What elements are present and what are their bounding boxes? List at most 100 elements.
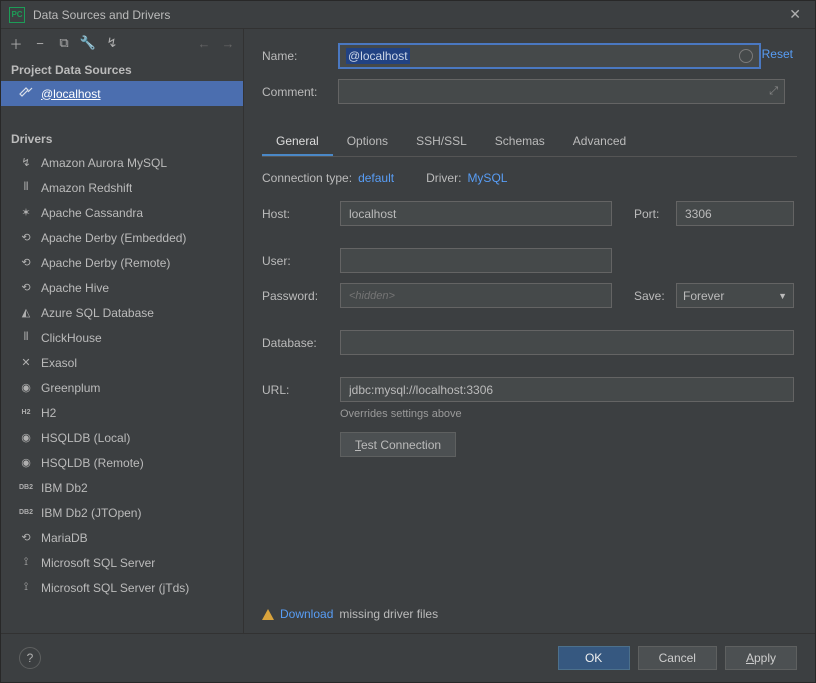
driver-item[interactable]: ◉Greenplum <box>1 375 243 400</box>
driver-icon: ◉ <box>19 431 33 445</box>
port-label: Port: <box>634 207 676 221</box>
tab-ssh-ssl[interactable]: SSH/SSL <box>402 128 481 156</box>
name-label: Name: <box>262 49 338 63</box>
drivers-list: ↯ Amazon Aurora MySQL ⦀ Amazon Redshift ✶ Apa… <box>1 150 243 595</box>
window-title: Data Sources and Drivers <box>33 8 783 22</box>
tab-general[interactable]: General <box>262 128 333 156</box>
close-icon[interactable]: ✕ <box>783 4 807 25</box>
tabs: GeneralOptionsSSH/SSLSchemasAdvanced <box>262 128 797 157</box>
copy-button[interactable]: ⧉ <box>53 32 75 54</box>
test-connection-button[interactable]: Test Connection <box>340 432 456 457</box>
driver-icon: ✕ <box>19 356 33 370</box>
ok-button[interactable]: OK <box>558 646 630 670</box>
warning-icon <box>262 609 274 620</box>
tab-schemas[interactable]: Schemas <box>481 128 559 156</box>
name-input[interactable]: @localhost <box>338 43 761 69</box>
save-select[interactable]: Forever ▼ <box>676 283 794 308</box>
data-source-item[interactable]: @localhost <box>1 81 243 106</box>
driver-item[interactable]: ⟲ Apache Derby (Embedded) <box>1 225 243 250</box>
driver-icon: ⟲ <box>19 231 33 245</box>
driver-label: Microsoft SQL Server <box>41 556 155 570</box>
expand-icon[interactable]: ⤢ <box>769 85 778 98</box>
driver-label: HSQLDB (Local) <box>41 431 130 445</box>
driver-icon: ◉ <box>19 381 33 395</box>
url-label: URL: <box>262 383 340 397</box>
driver-icon: ⟟ <box>19 581 33 595</box>
connection-type-label: Connection type: <box>262 171 352 185</box>
user-input[interactable] <box>340 248 612 273</box>
driver-item[interactable]: ⟟ Microsoft SQL Server <box>1 550 243 575</box>
nav-forward-button[interactable]: → <box>217 32 239 54</box>
driver-label: Microsoft SQL Server (jTds) <box>41 581 189 595</box>
connection-type-link[interactable]: default <box>358 171 394 185</box>
driver-label: Azure SQL Database <box>41 306 154 320</box>
driver-icon: DB2 <box>19 506 33 520</box>
driver-label: Apache Hive <box>41 281 109 295</box>
reset-link[interactable]: Reset <box>762 47 793 61</box>
tab-options[interactable]: Options <box>333 128 402 156</box>
apply-button[interactable]: Apply <box>725 646 797 670</box>
comment-input[interactable]: ⤢ <box>338 79 785 104</box>
driver-label: ClickHouse <box>41 331 102 345</box>
download-text: missing driver files <box>339 607 438 621</box>
driver-label: IBM Db2 (JTOpen) <box>41 506 141 520</box>
driver-item[interactable]: ⟲MariaDB <box>1 525 243 550</box>
driver-label: Amazon Redshift <box>41 181 132 195</box>
app-icon: PC <box>9 7 25 23</box>
driver-icon: ✶ <box>19 206 33 220</box>
driver-icon: ⟲ <box>19 256 33 270</box>
title-bar: PC Data Sources and Drivers ✕ <box>1 1 815 29</box>
driver-icon: ⟲ <box>19 531 33 545</box>
driver-item[interactable]: ◉HSQLDB (Remote) <box>1 450 243 475</box>
nav-back-button[interactable]: ← <box>193 32 215 54</box>
help-button[interactable]: ? <box>19 647 41 669</box>
driver-item[interactable]: ↯ Amazon Aurora MySQL <box>1 150 243 175</box>
driver-item[interactable]: DB2IBM Db2 <box>1 475 243 500</box>
settings-button[interactable]: 🔧 <box>77 32 99 54</box>
remove-button[interactable]: − <box>29 32 51 54</box>
password-input[interactable]: <hidden> <box>340 283 612 308</box>
url-input[interactable] <box>340 377 794 402</box>
driver-icon: ⟟ <box>19 556 33 570</box>
download-link[interactable]: Download <box>280 607 333 621</box>
driver-icon: ↯ <box>19 156 33 170</box>
cancel-button[interactable]: Cancel <box>638 646 717 670</box>
driver-link[interactable]: MySQL <box>467 171 507 185</box>
data-source-label: @localhost <box>41 87 101 101</box>
driver-label: Apache Cassandra <box>41 206 143 220</box>
database-input[interactable] <box>340 330 794 355</box>
tab-advanced[interactable]: Advanced <box>559 128 640 156</box>
driver-icon: H2 <box>19 406 33 420</box>
drivers-header: Drivers <box>1 126 243 150</box>
driver-icon: ⟲ <box>19 281 33 295</box>
driver-item[interactable]: ◭Azure SQL Database <box>1 300 243 325</box>
driver-item[interactable]: ✕Exasol <box>1 350 243 375</box>
driver-item[interactable]: ✶ Apache Cassandra <box>1 200 243 225</box>
host-input[interactable] <box>340 201 612 226</box>
driver-item[interactable]: ◉ HSQLDB (Local) <box>1 425 243 450</box>
driver-icon: ⦀ <box>19 331 33 345</box>
make-global-button[interactable]: ↯ <box>101 32 123 54</box>
driver-item[interactable]: ⟲ Apache Hive <box>1 275 243 300</box>
driver-item[interactable]: ⦀ Amazon Redshift <box>1 175 243 200</box>
url-note: Overrides settings above <box>340 408 797 420</box>
driver-label: H2 <box>41 406 56 420</box>
driver-item[interactable]: DB2 IBM Db2 (JTOpen) <box>1 500 243 525</box>
content-panel: Name: @localhost Reset Comment: ⤢ Genera… <box>244 29 815 633</box>
driver-label: Amazon Aurora MySQL <box>41 156 167 170</box>
driver-item[interactable]: ⦀ ClickHouse <box>1 325 243 350</box>
driver-item[interactable]: ⟲Apache Derby (Remote) <box>1 250 243 275</box>
sidebar-toolbar: ＋ − ⧉ 🔧 ↯ ← → <box>1 29 243 57</box>
user-label: User: <box>262 254 340 268</box>
port-input[interactable] <box>676 201 794 226</box>
save-label: Save: <box>634 289 676 303</box>
driver-icon: DB2 <box>19 481 33 495</box>
comment-label: Comment: <box>262 85 338 99</box>
footer: ? OK Cancel Apply <box>1 633 815 681</box>
driver-icon: ⦀ <box>19 181 33 195</box>
driver-item[interactable]: H2 H2 <box>1 400 243 425</box>
password-label: Password: <box>262 289 340 303</box>
driver-label: Apache Derby (Embedded) <box>41 231 186 245</box>
add-button[interactable]: ＋ <box>5 32 27 54</box>
driver-item[interactable]: ⟟ Microsoft SQL Server (jTds) <box>1 575 243 595</box>
